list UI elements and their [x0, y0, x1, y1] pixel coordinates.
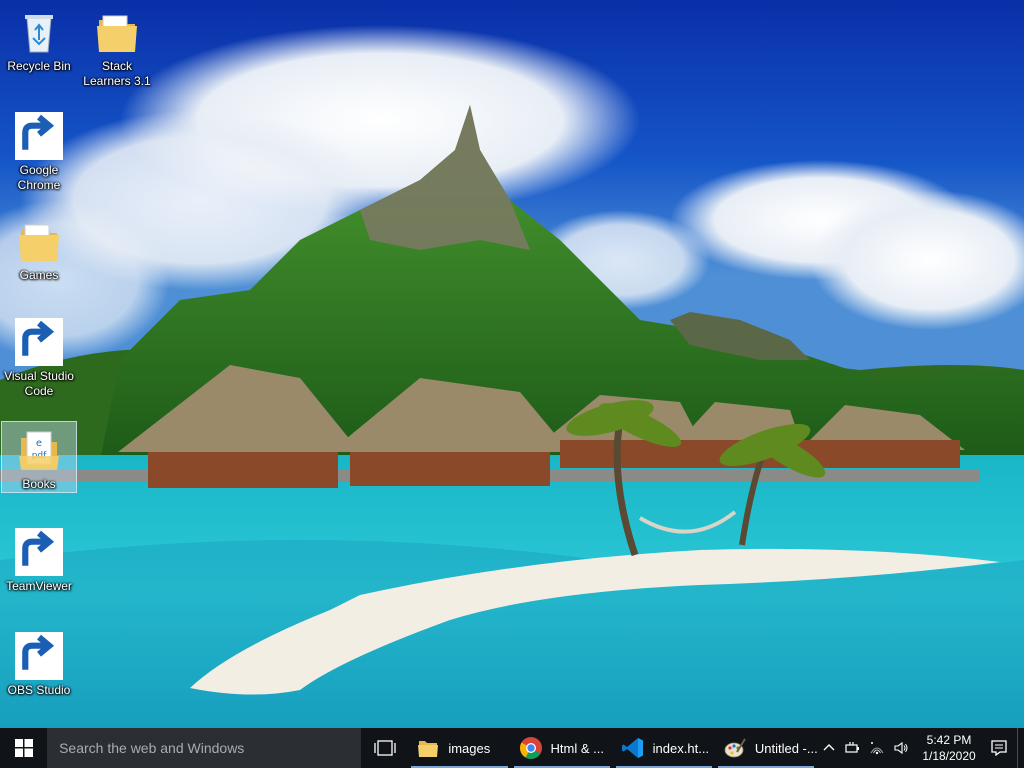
action-center-button[interactable] [981, 728, 1017, 768]
desktop-icon-label: Visual Studio Code [4, 369, 74, 398]
desktop-icon-label: TeamViewer [6, 579, 72, 593]
network-tray-button[interactable] [865, 728, 889, 768]
clock-date: 1/18/2020 [922, 749, 976, 763]
folder-icon [93, 8, 141, 56]
paint-icon [723, 736, 747, 760]
taskbar-clock[interactable]: 5:42 PM 1/18/2020 [917, 732, 981, 764]
desktop-icon-label: Books [22, 477, 56, 491]
pdf-folder-icon: epdf [15, 426, 63, 474]
desktop-icon-obs-studio[interactable]: OBS Studio [1, 628, 77, 698]
taskbar-app-vscode[interactable]: index.ht... [613, 728, 715, 768]
taskbar-app-images[interactable]: images [408, 728, 510, 768]
vscode-icon [621, 736, 645, 760]
desktop-wallpaper [0, 0, 1024, 728]
desktop-icon-label: Recycle Bin [7, 59, 71, 73]
shortcut-arrow-icon [15, 528, 63, 576]
desktop-icon-label: Stack Learners 3.1 [83, 59, 151, 88]
obs-icon [15, 632, 63, 680]
chrome-icon [15, 112, 63, 160]
battery-tray-button[interactable] [841, 728, 865, 768]
taskbar-app-label: index.ht... [652, 740, 710, 756]
show-hidden-icons-button[interactable] [817, 728, 841, 768]
desktop-icon-label: Games [19, 268, 59, 282]
search-placeholder: Search the web and Windows [59, 740, 245, 756]
task-view-icon [374, 740, 396, 756]
taskbar-app-chrome[interactable]: Html & ... [511, 728, 613, 768]
taskbar-app-label: Untitled -... [754, 740, 818, 756]
taskbar-app-paint[interactable]: Untitled -... [715, 728, 817, 768]
speaker-icon [894, 741, 908, 755]
folder-icon [15, 217, 63, 265]
svg-text:e: e [36, 438, 42, 449]
teamviewer-icon [15, 528, 63, 576]
desktop-icon-label: OBS Studio [7, 683, 71, 697]
shortcut-arrow-icon [15, 112, 63, 160]
desktop-icon-label: Google Chrome [17, 163, 61, 192]
chevron-up-icon [823, 744, 835, 751]
shortcut-arrow-icon [15, 318, 63, 366]
desktop-icon-stack-learners[interactable]: Stack Learners 3.1 [79, 4, 155, 89]
taskbar-search-box[interactable]: Search the web and Windows [47, 728, 362, 768]
desktop-icon-teamviewer[interactable]: TeamViewer [1, 524, 77, 594]
windows-logo-icon [14, 739, 33, 757]
chrome-icon [519, 736, 543, 760]
shortcut-arrow-icon [15, 632, 63, 680]
desktop-icon-visual-studio-code[interactable]: Visual Studio Code [1, 314, 77, 399]
clock-time: 5:42 PM [926, 733, 972, 747]
notification-icon [991, 740, 1007, 757]
desktop-icon-games[interactable]: Games [1, 213, 77, 283]
start-button[interactable] [0, 728, 47, 768]
task-view-button[interactable] [361, 728, 408, 768]
taskbar-app-label: images [448, 740, 491, 756]
desktop-icon-recycle-bin[interactable]: Recycle Bin [1, 4, 77, 74]
system-tray: 5:42 PM 1/18/2020 [817, 728, 1024, 768]
taskbar-app-label: Html & ... [550, 740, 604, 756]
wifi-icon [870, 742, 884, 755]
show-desktop-button[interactable] [1017, 728, 1024, 768]
folder-icon [416, 736, 440, 760]
recycle-bin-icon [15, 8, 63, 56]
taskbar: Search the web and Windows images Html &… [0, 728, 1024, 768]
vscode-icon [15, 318, 63, 366]
desktop-icon-google-chrome[interactable]: Google Chrome [1, 108, 77, 193]
desktop-icon-books[interactable]: epdf Books [1, 421, 77, 493]
volume-tray-button[interactable] [889, 728, 913, 768]
battery-plug-icon [845, 742, 860, 753]
